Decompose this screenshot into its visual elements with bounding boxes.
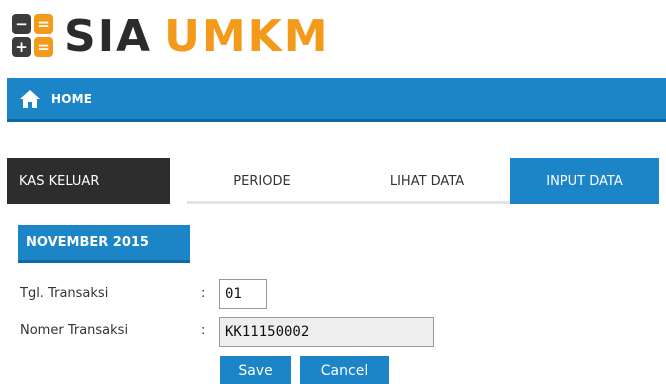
brand-name: SIA UMKM bbox=[64, 15, 330, 59]
app-logo: − = + = SIA UMKM bbox=[12, 12, 330, 62]
tgl-transaksi-colon: : bbox=[201, 286, 206, 301]
calculator-icon: − = + = bbox=[12, 14, 54, 60]
logo-equals-glyph-2: = bbox=[34, 37, 53, 57]
period-header: NOVEMBER 2015 bbox=[18, 225, 190, 263]
nomer-transaksi-input[interactable] bbox=[219, 317, 434, 347]
logo-plus-glyph: + bbox=[12, 37, 31, 57]
tab-periode[interactable]: PERIODE bbox=[187, 158, 337, 204]
tab-lihat-data[interactable]: LIHAT DATA bbox=[342, 158, 512, 204]
tgl-transaksi-label: Tgl. Transaksi bbox=[20, 286, 109, 301]
tgl-transaksi-input[interactable] bbox=[219, 279, 267, 309]
cancel-button[interactable]: Cancel bbox=[300, 356, 389, 384]
nomer-transaksi-colon: : bbox=[201, 323, 206, 338]
logo-minus-glyph: − bbox=[12, 14, 31, 34]
tab-section: KAS KELUAR PERIODE LIHAT DATA INPUT DATA bbox=[7, 158, 659, 204]
brand-word-sia: SIA bbox=[64, 11, 153, 62]
home-icon[interactable] bbox=[19, 89, 41, 109]
section-title: KAS KELUAR bbox=[7, 158, 170, 204]
nomer-transaksi-label: Nomer Transaksi bbox=[20, 323, 129, 338]
tab-input-data[interactable]: INPUT DATA bbox=[510, 158, 659, 204]
save-button[interactable]: Save bbox=[220, 356, 291, 384]
home-link[interactable]: HOME bbox=[51, 92, 92, 106]
logo-equals-glyph: = bbox=[34, 14, 53, 34]
top-navbar: HOME bbox=[7, 78, 666, 122]
brand-word-umkm: UMKM bbox=[164, 11, 330, 62]
